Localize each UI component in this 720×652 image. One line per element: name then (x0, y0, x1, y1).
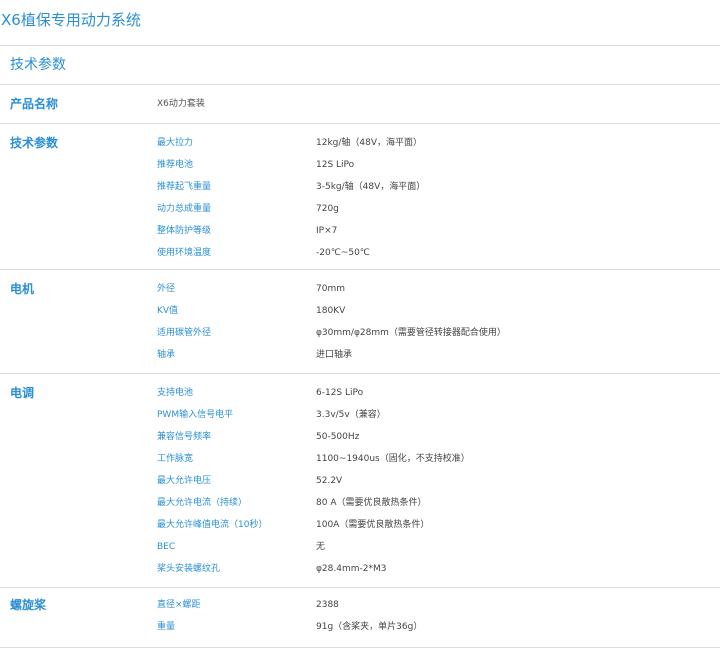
spec-value: 3.3v/5v（兼容） (316, 410, 386, 420)
spec-label: X6动力套装 (157, 99, 205, 109)
spec-row: 整体防护等级 IP×7 (0, 220, 720, 242)
spec-value: 180KV (316, 306, 346, 316)
spec-label: 推荐电池 (157, 160, 194, 170)
spec-value: 6-12S LiPo (316, 388, 364, 398)
spec-label: 最大拉力 (157, 138, 194, 148)
section-motor: 电机 外径 70mm KV值 180KV 适用碳管外径 φ30mm/φ28mm（需要管… (0, 270, 720, 374)
spec-value: 无 (316, 542, 326, 552)
spec-value: 12kg/轴（48V，海平面） (316, 138, 423, 148)
page-title: X6植保专用动力系统 (0, 0, 720, 46)
spec-label: 最大允许电流（持续） (157, 498, 248, 508)
spec-row: 轴承 进口轴承 (0, 344, 720, 366)
spec-row: 适用碳管外径 φ30mm/φ28mm（需要管径转接器配合使用） (0, 322, 720, 344)
spec-label: 桨头安装螺纹孔 (157, 564, 221, 574)
spec-row: X6动力套装 (0, 93, 720, 115)
spec-row: 重量 91g（含桨夹，单片36g） (0, 616, 720, 638)
spec-label: 最大允许电压 (157, 476, 212, 486)
spec-value: IP×7 (316, 226, 338, 236)
spec-row: 最大拉力 12kg/轴（48V，海平面） (0, 132, 720, 154)
spec-value: -20℃~50℃ (316, 248, 370, 258)
spec-value: φ28.4mm-2*M3 (316, 564, 387, 574)
spec-row: 推荐起飞重量 3-5kg/轴（48V，海平面） (0, 176, 720, 198)
spec-value: 2388 (316, 600, 339, 610)
spec-header: 技术参数 (0, 46, 720, 85)
spec-label: BEC (157, 542, 176, 552)
spec-label: 最大允许峰值电流（10秒） (157, 520, 268, 530)
spec-row: 工作脉宽 1100~1940us（固化，不支持校准） (0, 448, 720, 470)
spec-label: 推荐起飞重量 (157, 182, 212, 192)
section-propeller: 螺旋桨 直径×螺距 2388 重量 91g（含桨夹，单片36g） (0, 588, 720, 648)
spec-label: 兼容信号频率 (157, 432, 212, 442)
spec-row: 桨头安装螺纹孔 φ28.4mm-2*M3 (0, 558, 720, 580)
spec-value: 1100~1940us（固化，不支持校准） (316, 454, 470, 464)
spec-value: 80 A（需要优良散热条件） (316, 498, 427, 508)
spec-row: PWM输入信号电平 3.3v/5v（兼容） (0, 404, 720, 426)
spec-value: 720g (316, 204, 339, 214)
spec-value: 100A（需要优良散热条件） (316, 520, 430, 530)
spec-row: 最大允许电流（持续） 80 A（需要优良散热条件） (0, 492, 720, 514)
spec-label: KV值 (157, 306, 179, 316)
spec-row: 动力总成重量 720g (0, 198, 720, 220)
section-esc: 电调 支持电池 6-12S LiPo PWM输入信号电平 3.3v/5v（兼容） 兼… (0, 374, 720, 588)
spec-value: 70mm (316, 284, 345, 294)
spec-label: 整体防护等级 (157, 226, 212, 236)
spec-label: 工作脉宽 (157, 454, 194, 464)
spec-value: φ30mm/φ28mm（需要管径转接器配合使用） (316, 328, 506, 338)
spec-value: 3-5kg/轴（48V，海平面） (316, 182, 426, 192)
spec-row: 推荐电池 12S LiPo (0, 154, 720, 176)
spec-row: KV值 180KV (0, 300, 720, 322)
spec-row: 支持电池 6-12S LiPo (0, 382, 720, 404)
spec-row: 最大允许峰值电流（10秒） 100A（需要优良散热条件） (0, 514, 720, 536)
section-product-name: 产品名称 X6动力套装 (0, 85, 720, 124)
spec-row: 使用环境温度 -20℃~50℃ (0, 242, 720, 264)
spec-value: 91g（含桨夹，单片36g） (316, 622, 423, 632)
spec-row: 最大允许电压 52.2V (0, 470, 720, 492)
spec-label: 轴承 (157, 350, 176, 360)
spec-row: 外径 70mm (0, 278, 720, 300)
spec-label: 动力总成重量 (157, 204, 212, 214)
spec-label: 直径×螺距 (157, 600, 201, 610)
spec-label: 重量 (157, 622, 176, 632)
spec-value: 进口轴承 (316, 350, 353, 360)
spec-value: 12S LiPo (316, 160, 355, 170)
section-tech-params: 技术参数 最大拉力 12kg/轴（48V，海平面） 推荐电池 12S LiPo 推荐… (0, 124, 720, 270)
spec-row: 兼容信号频率 50-500Hz (0, 426, 720, 448)
spec-value: 52.2V (316, 476, 343, 486)
spec-label: 使用环境温度 (157, 248, 212, 258)
spec-label: 支持电池 (157, 388, 194, 398)
spec-label: 外径 (157, 284, 176, 294)
spec-value: 50-500Hz (316, 432, 360, 442)
spec-label: 适用碳管外径 (157, 328, 212, 338)
spec-row: 直径×螺距 2388 (0, 594, 720, 616)
spec-label: PWM输入信号电平 (157, 410, 234, 420)
spec-row: BEC 无 (0, 536, 720, 558)
